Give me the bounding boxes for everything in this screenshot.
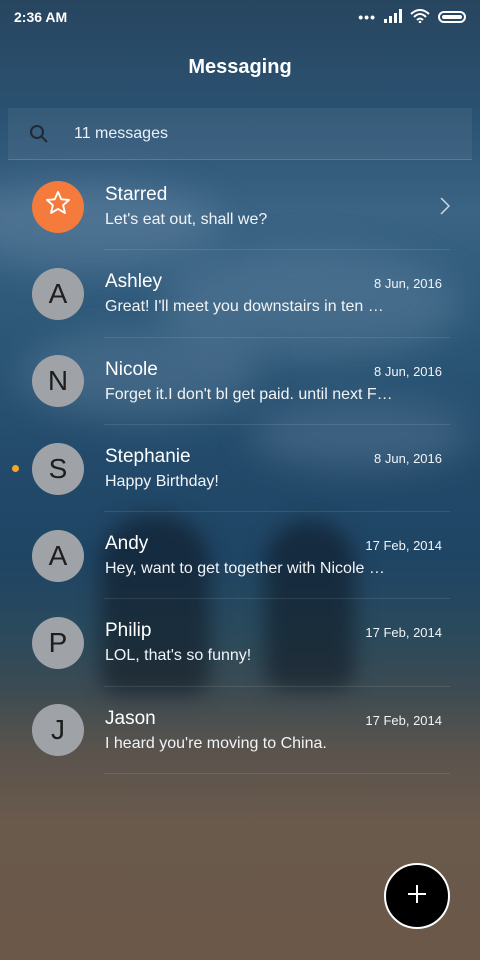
conversation-date: 8 Jun, 2016 bbox=[374, 363, 442, 379]
avatar: N bbox=[32, 355, 84, 408]
conversation-date: 8 Jun, 2016 bbox=[374, 276, 442, 292]
conversation-andy[interactable]: A Andy Hey, want to get together with Ni… bbox=[0, 512, 480, 600]
conversation-date: 17 Feb, 2014 bbox=[365, 625, 442, 641]
status-bar: 2:36 AM ••• bbox=[0, 0, 480, 34]
conversation-text: Starred Let's eat out, shall we? bbox=[105, 183, 442, 231]
avatar: P bbox=[32, 617, 84, 670]
page-title: Messaging bbox=[188, 56, 292, 78]
conversation-ashley[interactable]: A Ashley Great! I'll meet you downstairs… bbox=[0, 250, 480, 338]
search-label: 11 messages bbox=[74, 124, 168, 142]
new-message-button[interactable] bbox=[384, 863, 450, 929]
conversation-preview: Let's eat out, shall we? bbox=[105, 211, 268, 228]
signal-icon bbox=[384, 8, 402, 26]
status-time: 2:36 AM bbox=[14, 9, 68, 25]
conversation-list: Starred Let's eat out, shall we? A Ashle… bbox=[0, 163, 480, 775]
battery-icon bbox=[438, 11, 466, 23]
conversation-starred[interactable]: Starred Let's eat out, shall we? bbox=[0, 163, 480, 251]
conversation-date: 8 Jun, 2016 bbox=[374, 450, 442, 466]
starred-avatar bbox=[32, 180, 84, 233]
notification-dots: ••• bbox=[358, 9, 376, 25]
conversation-philip[interactable]: P Philip LOL, that's so funny! 17 Feb, 2… bbox=[0, 599, 480, 688]
wifi-icon bbox=[410, 8, 430, 26]
conversation-preview: Hey, want to get together with Nicole … bbox=[105, 560, 385, 578]
avatar: J bbox=[32, 704, 84, 757]
status-icons: ••• bbox=[358, 8, 466, 26]
conversation-name: Starred bbox=[105, 184, 168, 205]
conversation-preview: LOL, that's so funny! bbox=[105, 647, 252, 665]
conversation-stephanie[interactable]: S Stephanie Happy Birthday! 8 Jun, 2016 bbox=[0, 425, 480, 513]
conversation-preview: Happy Birthday! bbox=[105, 472, 219, 490]
avatar: A bbox=[32, 529, 84, 582]
conversation-preview: I heard you're moving to China. bbox=[105, 734, 327, 752]
plus-icon bbox=[406, 883, 428, 910]
search-icon bbox=[16, 108, 62, 160]
conversation-preview: Great! I'll meet you downstairs in ten … bbox=[105, 298, 384, 316]
conversation-date: 17 Feb, 2014 bbox=[365, 538, 442, 554]
chevron-right-icon bbox=[440, 197, 451, 220]
unread-indicator bbox=[12, 465, 19, 473]
conversation-nicole[interactable]: N Nicole Forget it.I don't bl get paid. … bbox=[0, 338, 480, 426]
search-bar[interactable]: 11 messages bbox=[8, 108, 472, 160]
avatar: S bbox=[32, 442, 84, 495]
conversation-preview: Forget it.I don't bl get paid. until nex… bbox=[105, 385, 393, 403]
star-icon bbox=[44, 189, 72, 224]
conversation-jason[interactable]: J Jason I heard you're moving to China. … bbox=[0, 687, 480, 775]
avatar: A bbox=[32, 267, 84, 320]
conversation-date: 17 Feb, 2014 bbox=[365, 712, 442, 728]
